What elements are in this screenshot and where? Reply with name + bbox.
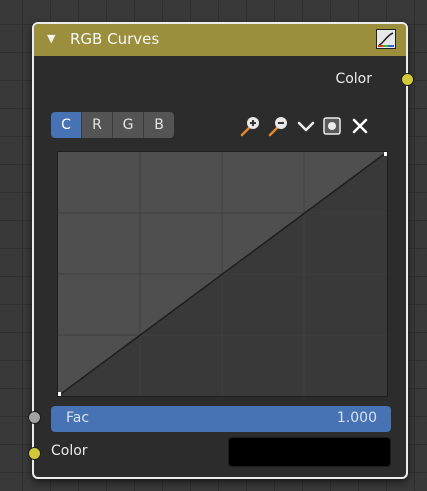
output-color-label: Color — [335, 71, 372, 87]
tab-channel-g[interactable]: G — [113, 112, 144, 138]
clipping-icon[interactable] — [320, 114, 344, 138]
chevron-down-icon[interactable] — [294, 114, 318, 138]
color-swatch[interactable] — [228, 437, 391, 467]
tab-channel-c[interactable]: C — [51, 112, 82, 138]
fac-input-socket[interactable] — [28, 411, 41, 424]
node-title: RGB Curves — [70, 30, 160, 48]
curve-point-start[interactable] — [58, 392, 61, 396]
zoom-in-icon[interactable] — [238, 114, 262, 138]
tab-channel-b[interactable]: B — [144, 112, 174, 138]
channel-tabs: C R G B — [51, 112, 174, 138]
color-input-label: Color — [51, 443, 88, 459]
fac-value: 1.000 — [336, 410, 377, 426]
curve-point-end[interactable] — [384, 152, 387, 156]
preview-toggle-icon[interactable] — [376, 29, 396, 49]
tab-channel-r[interactable]: R — [82, 112, 113, 138]
zoom-out-icon[interactable] — [266, 114, 290, 138]
fac-slider[interactable]: Fac 1.000 — [51, 406, 391, 432]
output-color-socket[interactable] — [401, 73, 414, 86]
reset-icon[interactable] — [348, 114, 372, 138]
node-header[interactable]: ▼ RGB Curves — [34, 24, 406, 56]
color-input-socket[interactable] — [28, 447, 41, 460]
rgb-curves-node[interactable]: ▼ RGB Curves Color C R G B Fac 1.000 Col… — [28, 22, 414, 479]
collapse-arrow-icon[interactable]: ▼ — [47, 32, 55, 45]
fac-label: Fac — [66, 410, 90, 426]
curve-editor[interactable] — [57, 151, 388, 397]
